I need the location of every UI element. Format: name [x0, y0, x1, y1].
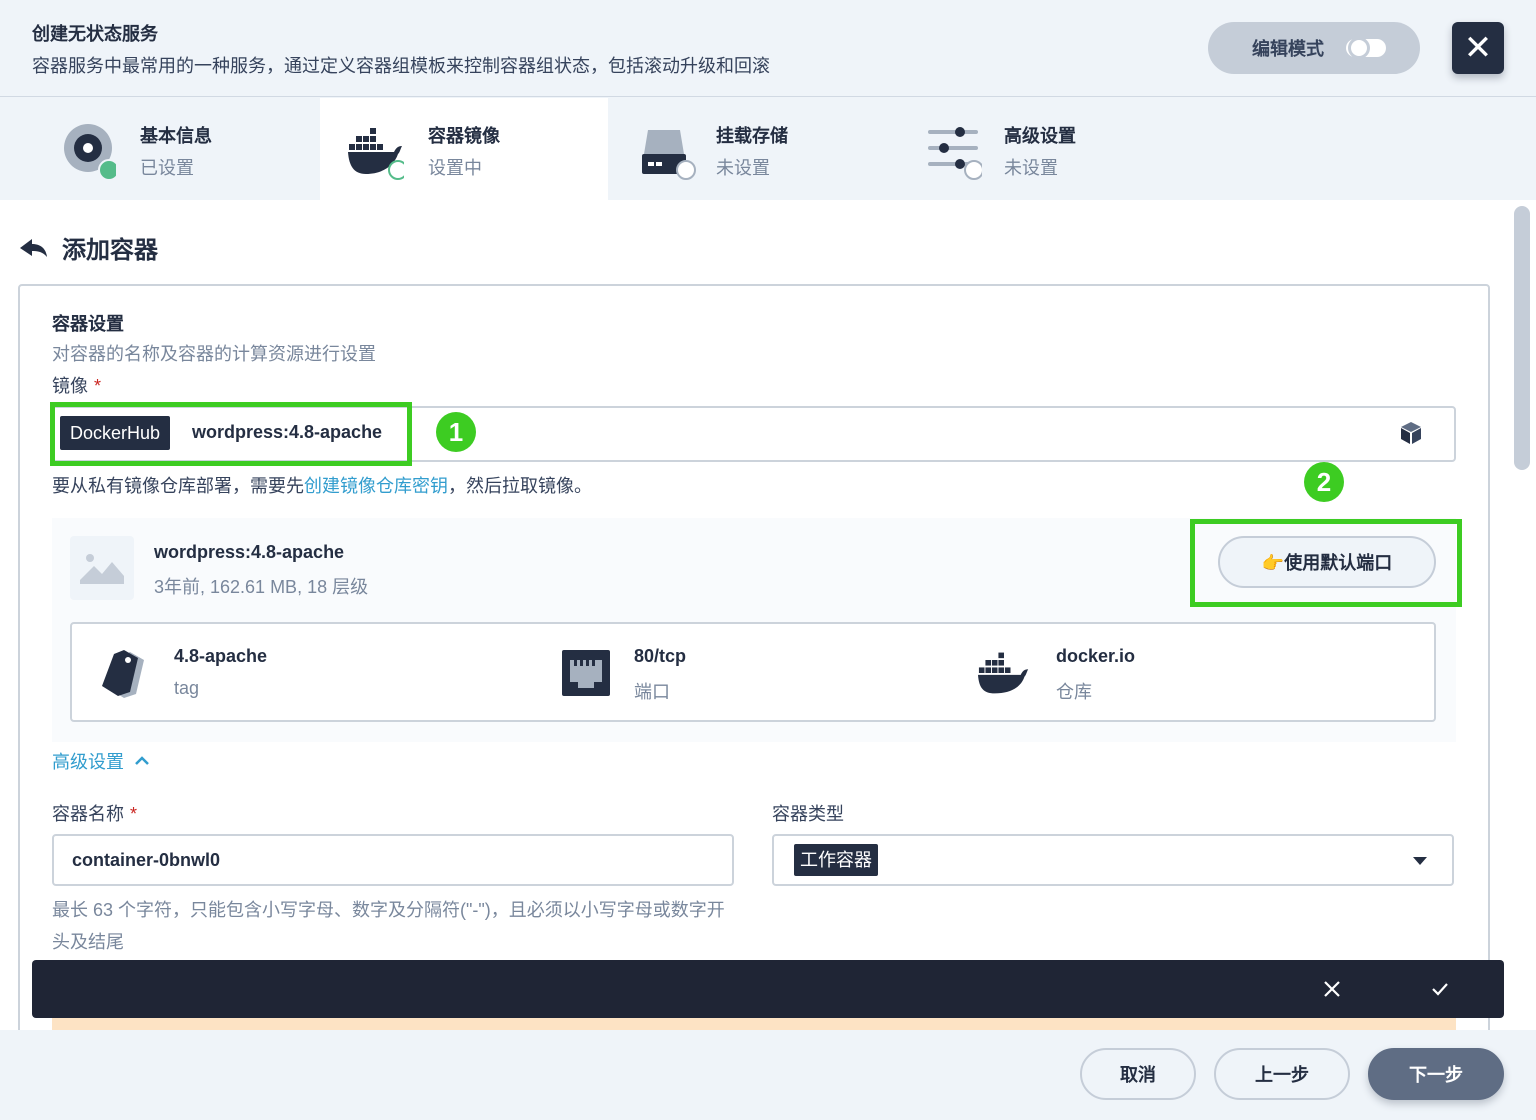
private-registry-hint: 要从私有镜像仓库部署，需要先创建镜像仓库密钥，然后拉取镜像。 — [52, 476, 592, 496]
step-name: 容器镜像 — [428, 126, 500, 146]
step-advanced[interactable]: 高级设置 未设置 — [896, 98, 1184, 200]
sliders-icon — [928, 127, 982, 180]
toggle-knob — [1348, 37, 1370, 59]
step-name: 基本信息 — [140, 126, 212, 146]
info-value: 80/tcp — [634, 646, 687, 666]
chevron-up-icon — [135, 756, 149, 765]
docker-icon — [348, 128, 404, 180]
edit-mode-toggle[interactable]: 编辑模式 — [1208, 22, 1420, 74]
step-status: 未设置 — [716, 158, 770, 178]
close-icon: ✕ — [1463, 29, 1493, 67]
image-info-box: 4.8-apache tag 80/tcp 端口 docker.io 仓库 — [70, 622, 1436, 722]
caret-down-icon — [1413, 857, 1427, 865]
storage-icon — [642, 130, 696, 180]
steps-bar: 基本信息 已设置 容器镜像 设置中 挂载存储 未设置 高级设置 未设置 — [0, 98, 1536, 200]
image-label: 镜像 * — [52, 376, 102, 396]
ethernet-port-icon — [562, 650, 610, 696]
container-type-value: 工作容器 — [794, 844, 878, 876]
step-storage[interactable]: 挂载存储 未设置 — [608, 98, 896, 200]
image-meta: 3年前, 162.61 MB, 18 层级 — [154, 577, 369, 597]
section-description: 对容器的名称及容器的计算资源进行设置 — [52, 344, 376, 364]
dialog-description: 容器服务中最常用的一种服务，通过定义容器组模板来控制容器组状态，包括滚动升级和回… — [32, 56, 770, 76]
next-step-button[interactable]: 下一步 — [1368, 1048, 1504, 1100]
annotation-badge-2: 2 — [1304, 462, 1344, 502]
tag-icon — [102, 650, 144, 698]
back-arrow-icon[interactable] — [20, 236, 48, 260]
image-value: wordpress:4.8-apache — [192, 422, 383, 442]
step-container-image[interactable]: 容器镜像 设置中 — [320, 98, 608, 200]
dialog-header: 创建无状态服务 容器服务中最常用的一种服务，通过定义容器组模板来控制容器组状态，… — [0, 0, 1536, 97]
cancel-button[interactable]: 取消 — [1080, 1048, 1196, 1100]
create-secret-link[interactable]: 创建镜像仓库密钥 — [304, 476, 448, 496]
step-name: 挂载存储 — [716, 126, 788, 146]
container-name-label: 容器名称 * — [52, 804, 138, 824]
container-settings-card: 容器设置 对容器的名称及容器的计算资源进行设置 镜像 * DockerHub wo… — [18, 284, 1490, 1030]
scrollbar[interactable] — [1514, 206, 1530, 470]
advanced-settings-toggle[interactable]: 高级设置 — [52, 748, 150, 774]
info-label: 端口 — [634, 682, 670, 702]
image-title: wordpress:4.8-apache — [154, 542, 345, 562]
check-icon[interactable] — [1430, 979, 1450, 999]
section-title: 容器设置 — [52, 314, 124, 334]
container-type-select[interactable]: 工作容器 — [772, 834, 1454, 886]
back-row: 添加容器 — [20, 230, 158, 265]
info-value: 4.8-apache — [174, 646, 268, 666]
previous-step-button[interactable]: 上一步 — [1214, 1048, 1350, 1100]
step-basic-info[interactable]: 基本信息 已设置 — [0, 98, 288, 200]
step-name: 高级设置 — [1004, 126, 1076, 146]
edit-confirm-bar — [32, 960, 1504, 1018]
container-type-label: 容器类型 — [772, 804, 844, 824]
close-button[interactable]: ✕ — [1452, 22, 1504, 74]
dialog-title: 创建无状态服务 — [32, 24, 158, 44]
image-thumbnail — [70, 536, 134, 600]
image-placeholder-icon — [80, 554, 124, 584]
info-value: docker.io — [1056, 646, 1136, 666]
main-content: 添加容器 容器设置 对容器的名称及容器的计算资源进行设置 镜像 * DockerH… — [0, 200, 1536, 1030]
step-status: 未设置 — [1004, 158, 1058, 178]
cube-icon[interactable] — [1400, 421, 1422, 445]
page-title: 添加容器 — [62, 237, 158, 264]
dialog-footer: 取消 上一步 下一步 — [0, 1030, 1536, 1120]
registry-tag[interactable]: DockerHub — [60, 416, 171, 450]
annotation-badge-1: 1 — [436, 412, 476, 452]
container-name-input[interactable]: container-0bnwl0 — [52, 834, 734, 886]
highlight-box-2 — [1190, 519, 1462, 607]
docker-icon — [978, 652, 1029, 694]
close-icon[interactable] — [1322, 979, 1342, 999]
disk-icon — [64, 124, 116, 180]
edit-mode-label: 编辑模式 — [1252, 39, 1324, 59]
container-name-hint: 最长 63 个字符，只能包含小写字母、数字及分隔符("-")，且必须以小写字母或… — [52, 900, 725, 952]
info-label: 仓库 — [1056, 682, 1092, 702]
info-label: tag — [174, 678, 200, 698]
step-status: 已设置 — [140, 158, 194, 178]
step-status: 设置中 — [428, 158, 482, 178]
